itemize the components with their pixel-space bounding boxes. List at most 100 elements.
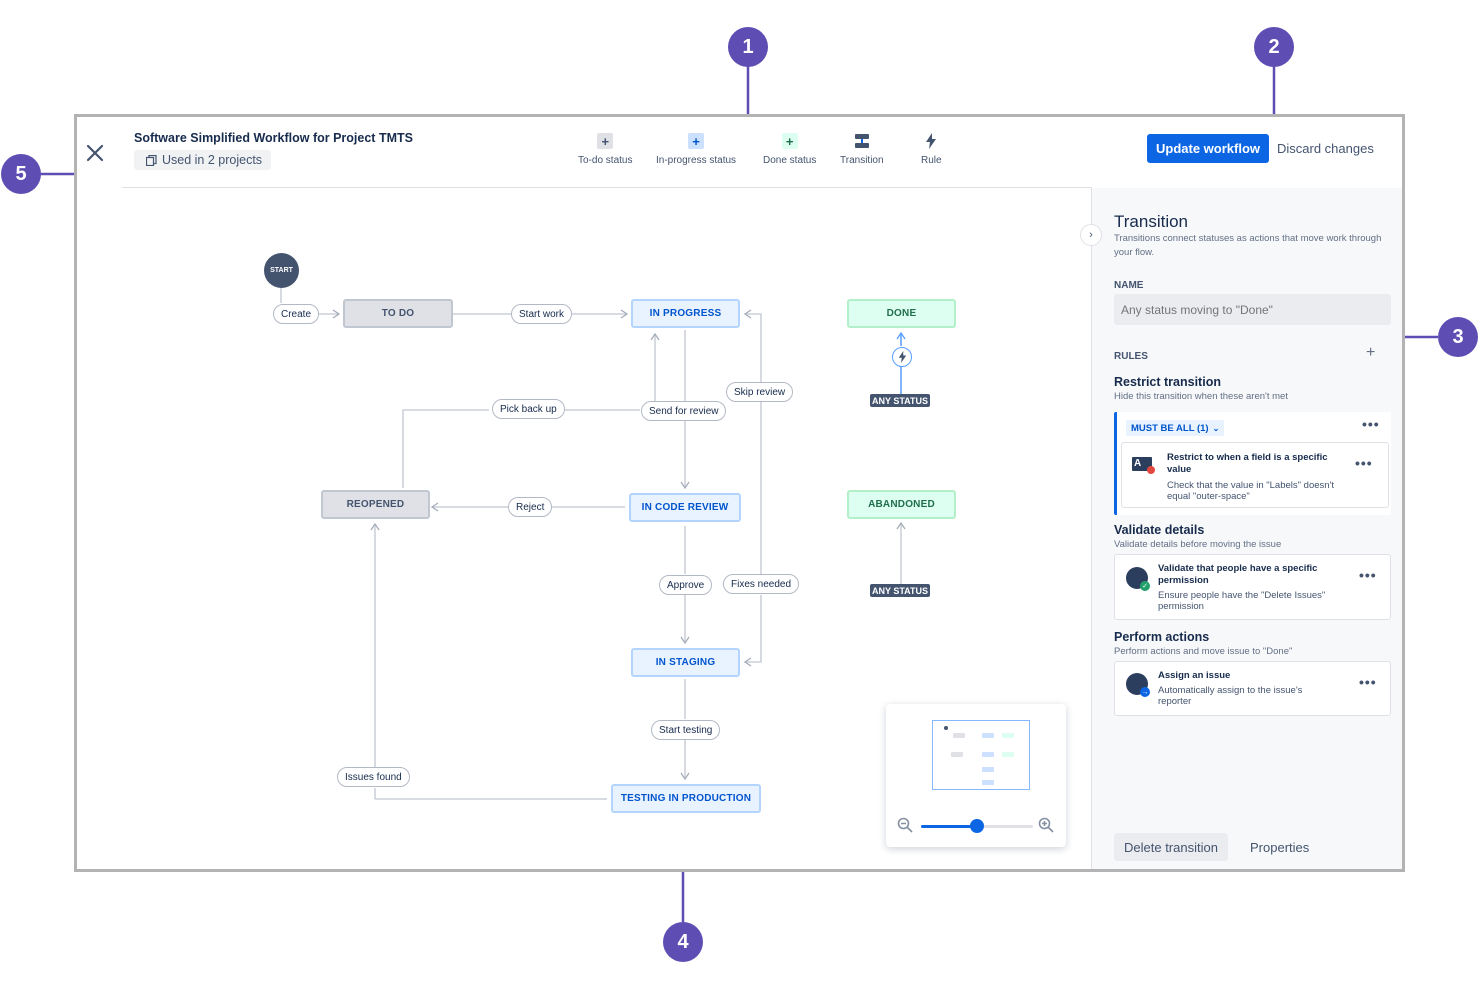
callout-1: 1 xyxy=(728,27,768,67)
rule-lightning-button[interactable] xyxy=(892,347,912,367)
add-rule-button[interactable]: + xyxy=(1366,344,1375,362)
properties-button[interactable]: Properties xyxy=(1250,833,1309,861)
more-options-button[interactable]: ••• xyxy=(1355,455,1373,471)
callout-2: 2 xyxy=(1254,27,1294,67)
tool-label: In-progress status xyxy=(656,155,737,166)
zoom-slider-fill xyxy=(921,825,977,828)
any-status-abandoned[interactable]: ANY STATUS xyxy=(870,584,931,597)
minimap-status xyxy=(982,780,994,785)
zoom-in-icon[interactable] xyxy=(1038,817,1054,833)
callout-5: 5 xyxy=(1,154,41,194)
status-testing-in-production[interactable]: TESTING IN PRODUCTION xyxy=(611,784,761,813)
more-options-button[interactable]: ••• xyxy=(1359,674,1377,690)
transition-send-for-review[interactable]: Send for review xyxy=(641,401,727,421)
tool-label: To-do status xyxy=(578,155,633,166)
avatar: ✓ xyxy=(1126,567,1150,591)
tool-label: Transition xyxy=(840,155,884,166)
rules-label: RULES xyxy=(1114,351,1148,362)
restrict-transition-title: Restrict transition xyxy=(1114,375,1221,389)
transition-pick-back-up[interactable]: Pick back up xyxy=(492,399,565,419)
status-in-staging[interactable]: IN STAGING xyxy=(631,648,740,677)
add-transition-tool[interactable]: Transition xyxy=(840,133,884,166)
rule-card-title: Restrict to when a field is a specific v… xyxy=(1167,452,1328,475)
minimap-start-dot xyxy=(944,726,948,730)
status-reopened[interactable]: REOPENED xyxy=(321,490,430,519)
status-done[interactable]: DONE xyxy=(847,299,956,328)
status-todo[interactable]: TO DO xyxy=(343,299,453,328)
add-done-status-tool[interactable]: + Done status xyxy=(763,133,816,166)
rule-card-description: Automatically assign to the issue's repo… xyxy=(1158,685,1303,707)
chevron-right-icon: › xyxy=(1089,229,1093,241)
status-in-progress[interactable]: IN PROGRESS xyxy=(631,299,740,328)
transition-start-work[interactable]: Start work xyxy=(511,304,573,324)
minimap-status xyxy=(982,733,994,738)
callout-3: 3 xyxy=(1438,317,1478,357)
field-value-icon: A xyxy=(1132,457,1155,474)
restrict-transition-subtitle: Hide this transition when these aren't m… xyxy=(1114,391,1288,402)
close-button[interactable] xyxy=(83,141,107,165)
minimap[interactable] xyxy=(886,704,1066,847)
update-workflow-button[interactable]: Update workflow xyxy=(1147,134,1269,163)
status-abandoned[interactable]: ABANDONED xyxy=(847,490,956,519)
perform-actions-title: Perform actions xyxy=(1114,630,1210,644)
rule-card-title: Assign an issue xyxy=(1158,670,1231,681)
avatar: → xyxy=(1126,673,1150,697)
minimap-status xyxy=(1002,733,1014,738)
rule-card-validate[interactable]: ✓ Validate that people have a specific p… xyxy=(1114,554,1391,620)
copy-icon xyxy=(146,154,157,166)
close-icon xyxy=(86,144,104,162)
add-rule-tool[interactable]: Rule xyxy=(921,133,942,166)
transition-approve[interactable]: Approve xyxy=(659,575,713,595)
minimap-status xyxy=(1002,752,1014,757)
zoom-out-icon[interactable] xyxy=(897,817,913,833)
plus-icon: + xyxy=(688,133,705,149)
transition-details-panel: Transition Transitions connect statuses … xyxy=(1091,188,1402,869)
zoom-slider-thumb[interactable] xyxy=(970,819,984,833)
add-todo-status-tool[interactable]: + To-do status xyxy=(578,133,632,166)
any-status-done[interactable]: ANY STATUS xyxy=(870,394,931,407)
transition-fixes-needed[interactable]: Fixes needed xyxy=(723,574,800,594)
used-in-projects-badge[interactable]: Used in 2 projects xyxy=(134,150,272,170)
status-in-code-review[interactable]: IN CODE REVIEW xyxy=(629,493,741,522)
chevron-down-icon: ⌄ xyxy=(1212,423,1220,433)
rule-card-restrict[interactable]: A Restrict to when a field is a specific… xyxy=(1121,442,1389,508)
rule-card-description: Check that the value in "Labels" doesn't… xyxy=(1167,480,1334,502)
panel-description: Transitions connect statuses as actions … xyxy=(1114,233,1382,258)
editor-header: Software Simplified Workflow for Project… xyxy=(77,117,1402,187)
tool-label: Rule xyxy=(921,155,942,166)
start-node: START xyxy=(264,253,299,288)
lightning-icon xyxy=(898,351,906,363)
rule-card-title: Validate that people have a specific per… xyxy=(1158,563,1318,586)
transition-reject[interactable]: Reject xyxy=(508,497,553,517)
must-be-all-group: MUST BE ALL (1) ⌄ ••• A Restrict to when… xyxy=(1114,412,1391,515)
discard-changes-button[interactable]: Discard changes xyxy=(1277,134,1374,163)
plus-icon: + xyxy=(781,133,798,149)
minimap-status xyxy=(982,752,994,757)
minimap-status xyxy=(951,752,963,757)
transition-name-input[interactable] xyxy=(1114,294,1391,325)
plus-icon: + xyxy=(1366,344,1376,361)
add-in-progress-status-tool[interactable]: + In-progress status xyxy=(656,133,736,166)
validate-details-subtitle: Validate details before moving the issue xyxy=(1114,539,1282,550)
transition-issues-found[interactable]: Issues found xyxy=(337,767,410,787)
callout-4: 4 xyxy=(663,922,703,962)
perform-actions-subtitle: Perform actions and move issue to "Done" xyxy=(1114,646,1293,657)
rule-card-description: Ensure people have the "Delete Issues" p… xyxy=(1158,590,1326,612)
transition-create[interactable]: Create xyxy=(273,304,320,324)
transition-start-testing[interactable]: Start testing xyxy=(651,720,721,740)
lightning-icon xyxy=(923,133,939,149)
must-be-all-dropdown[interactable]: MUST BE ALL (1) ⌄ xyxy=(1126,420,1225,436)
plus-icon: + xyxy=(597,133,614,149)
rule-card-perform[interactable]: → Assign an issue Automatically assign t… xyxy=(1114,661,1391,716)
workflow-canvas[interactable]: START Create TO DO Start work IN PROGRES… xyxy=(77,188,1091,869)
minimap-status xyxy=(982,767,994,772)
delete-transition-button[interactable]: Delete transition xyxy=(1114,833,1228,861)
name-label: NAME xyxy=(1114,280,1144,291)
more-options-button[interactable]: ••• xyxy=(1359,567,1377,583)
workflow-editor-window: Software Simplified Workflow for Project… xyxy=(74,114,1405,872)
transition-skip-review[interactable]: Skip review xyxy=(726,382,794,402)
collapse-panel-button[interactable]: › xyxy=(1080,224,1102,246)
more-options-button[interactable]: ••• xyxy=(1362,416,1380,432)
workflow-title: Software Simplified Workflow for Project… xyxy=(134,131,413,145)
minimap-viewport[interactable] xyxy=(932,720,1030,790)
